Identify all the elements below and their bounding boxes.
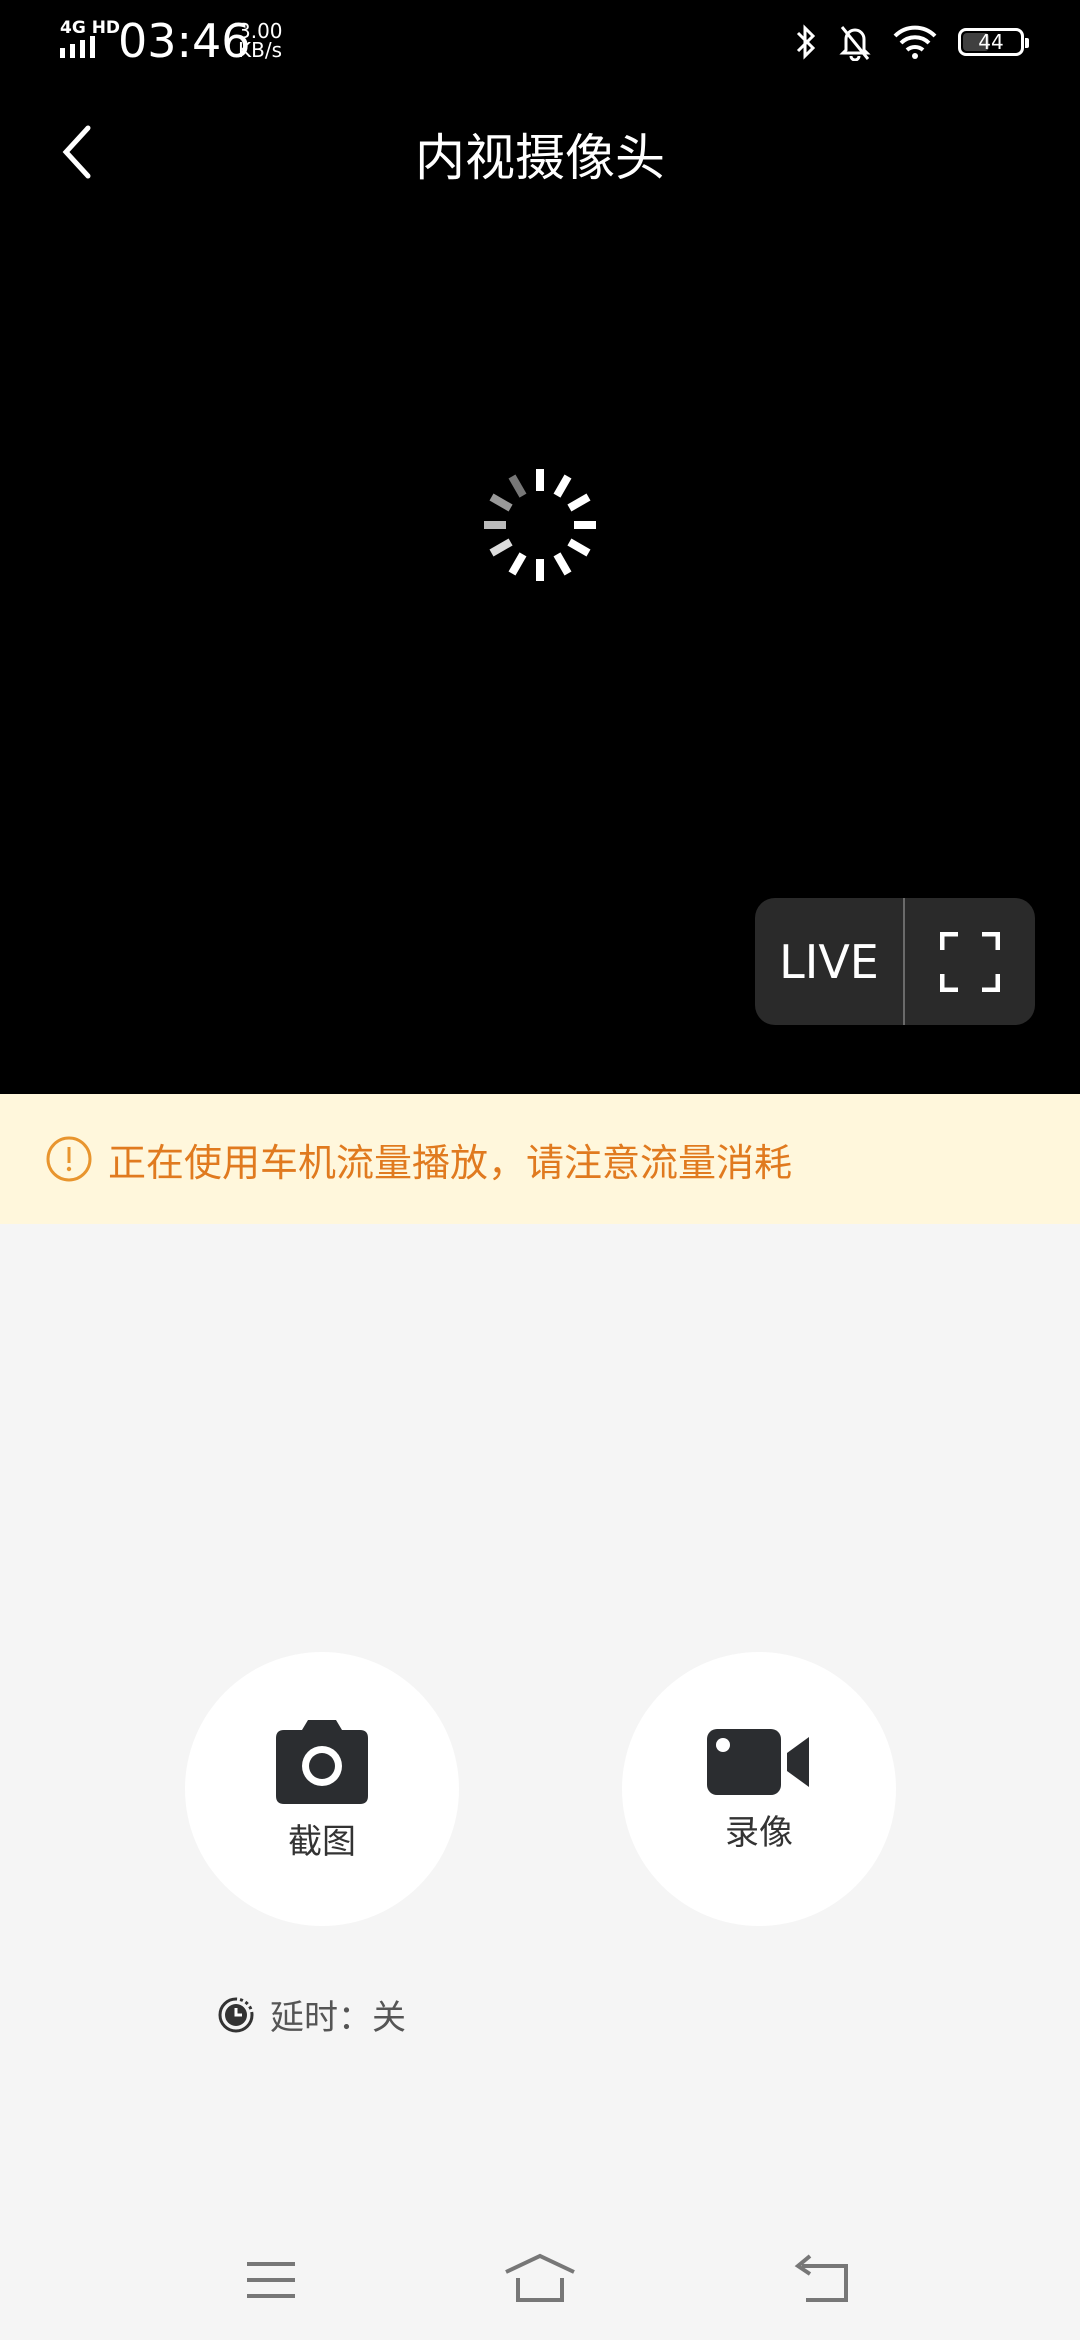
bluetooth-icon [796,24,816,60]
network-speed: 3.00 KB/s [238,21,283,62]
warning-icon [46,1136,92,1182]
delay-label: 延时：关 [270,1998,406,2038]
video-player[interactable]: 4G HD 03:46 3.00 KB/s 44 内视摄像头 LIVE [0,0,1080,1094]
bell-off-icon [839,26,871,61]
clock: 03:46 [118,14,251,68]
fullscreen-button[interactable] [905,898,1035,1025]
player-controls: LIVE [755,898,1035,1025]
record-button[interactable]: 录像 [622,1652,896,1926]
back-icon[interactable] [784,2250,864,2310]
warning-text: 正在使用车机流量播放，请注意流量消耗 [108,1140,793,1185]
fullscreen-icon [940,931,1000,992]
menu-icon[interactable] [231,2250,311,2310]
live-button[interactable]: LIVE [755,898,905,1025]
screenshot-label: 截图 [288,1821,356,1862]
camera-icon [276,1719,368,1804]
battery-icon: 44 [958,28,1029,56]
page: 4G HD 03:46 3.00 KB/s 44 内视摄像头 LIVE 正在使用… [0,0,1080,2340]
network-speed-unit: KB/s [238,38,282,62]
delay-toggle[interactable]: 延时：关 [216,1990,406,2039]
record-label: 录像 [725,1812,793,1853]
status-icons: 44 [794,20,1029,64]
screenshot-button[interactable]: 截图 [185,1652,459,1926]
network-type: 4G HD [60,18,121,38]
battery-level: 44 [978,30,1004,54]
loading-spinner-icon [484,469,596,581]
navigation-bar [0,2220,1080,2340]
wifi-icon [893,25,937,59]
status-bar: 4G HD 03:46 3.00 KB/s 44 [0,0,1080,84]
page-title: 内视摄像头 [415,129,665,187]
data-usage-warning: 正在使用车机流量播放，请注意流量消耗 [0,1094,1080,1224]
home-icon[interactable] [500,2250,580,2310]
timer-icon [218,1997,254,2032]
video-camera-icon [707,1728,809,1795]
